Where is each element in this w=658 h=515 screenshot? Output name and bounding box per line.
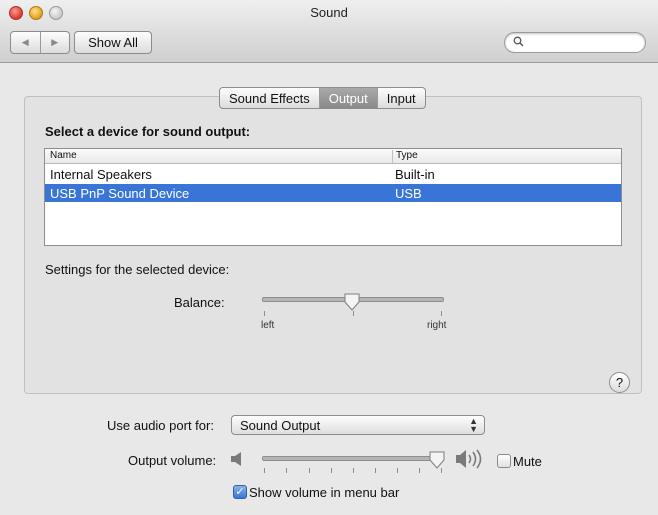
- output-volume-label: Output volume:: [128, 453, 217, 468]
- tab-input[interactable]: Input: [378, 88, 425, 108]
- column-header-type[interactable]: Type: [392, 150, 418, 163]
- audio-port-label: Use audio port for:: [107, 418, 214, 433]
- volume-slider-track: [262, 456, 444, 461]
- show-all-button[interactable]: Show All: [74, 31, 152, 54]
- select-device-heading: Select a device for sound output:: [45, 124, 251, 139]
- volume-tick: [331, 468, 332, 473]
- show-volume-label: Show volume in menu bar: [249, 485, 400, 500]
- output-device-table: Name Type Internal Speakers Built-in USB…: [44, 148, 622, 246]
- volume-tick: [309, 468, 310, 473]
- window-title: Sound: [310, 5, 348, 20]
- mute-checkbox[interactable]: [497, 454, 511, 468]
- device-type: USB: [395, 186, 422, 201]
- balance-slider-thumb[interactable]: [343, 293, 361, 311]
- back-forward-control: ◀ ▶: [10, 31, 70, 54]
- speaker-high-icon: [456, 449, 482, 469]
- table-row[interactable]: Internal Speakers Built-in: [45, 165, 621, 183]
- tab-bar: Sound Effects Output Input: [219, 87, 426, 109]
- search-field[interactable]: [504, 32, 646, 53]
- balance-tick-right: [441, 311, 442, 316]
- balance-left-label: left: [261, 320, 275, 331]
- audio-port-value: Sound Output: [240, 418, 321, 433]
- help-button[interactable]: ?: [609, 372, 630, 393]
- volume-tick: [375, 468, 376, 473]
- device-type: Built-in: [395, 167, 435, 182]
- tab-sound-effects[interactable]: Sound Effects: [220, 88, 320, 108]
- volume-tick: [397, 468, 398, 473]
- show-volume-checkbox[interactable]: ✓: [233, 485, 247, 499]
- speaker-low-icon: [231, 452, 241, 466]
- settings-heading: Settings for the selected device:: [45, 262, 230, 277]
- audio-port-popup[interactable]: Sound Output ▲ ▼: [231, 415, 485, 435]
- tab-output[interactable]: Output: [319, 88, 378, 108]
- balance-label: Balance:: [174, 295, 225, 310]
- volume-tick: [353, 468, 354, 473]
- table-row-selected[interactable]: USB PnP Sound Device USB: [45, 184, 621, 202]
- mute-label: Mute: [513, 454, 542, 469]
- forward-button[interactable]: ▶: [41, 32, 70, 53]
- balance-tick-left: [264, 311, 265, 316]
- table-header: Name Type: [45, 149, 621, 164]
- column-header-name[interactable]: Name: [50, 150, 77, 161]
- popup-arrows-icon: ▲ ▼: [469, 416, 478, 434]
- back-button[interactable]: ◀: [11, 32, 41, 53]
- balance-tick-center: [353, 311, 354, 316]
- search-icon: [513, 36, 524, 50]
- volume-tick: [264, 468, 265, 473]
- device-name: Internal Speakers: [50, 167, 152, 182]
- sound-preferences-window: Sound ◀ ▶ Show All Sound Effects Output …: [0, 0, 658, 515]
- volume-slider-thumb[interactable]: [428, 451, 446, 469]
- title-bar: Sound ◀ ▶ Show All: [0, 0, 658, 63]
- volume-tick: [419, 468, 420, 473]
- volume-tick: [286, 468, 287, 473]
- balance-right-label: right: [427, 320, 447, 331]
- device-name: USB PnP Sound Device: [50, 186, 190, 201]
